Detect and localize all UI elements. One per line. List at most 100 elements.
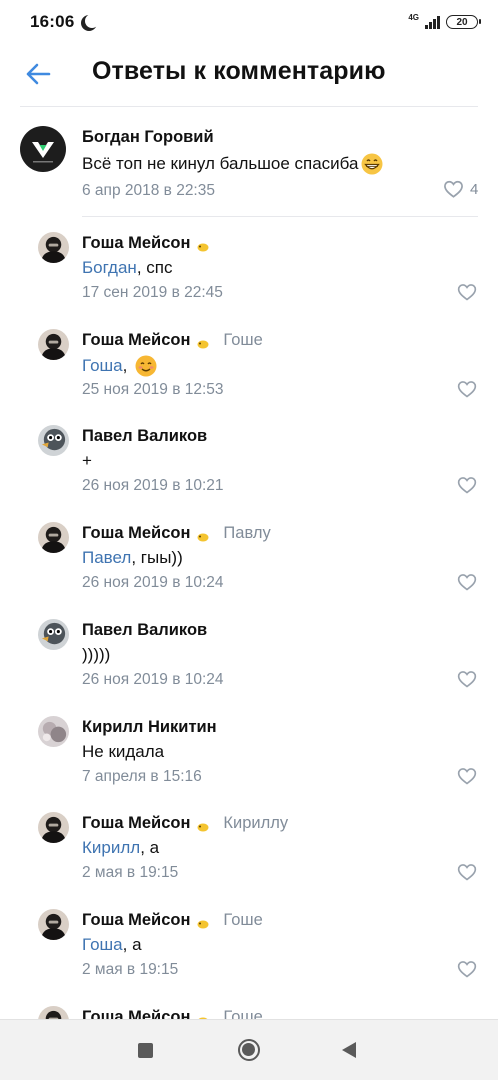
status-icons: 4G 20 xyxy=(408,13,481,29)
avatar-image xyxy=(38,716,69,747)
avatar-image xyxy=(38,425,69,456)
system-nav-bar xyxy=(0,1019,498,1080)
badge-icon xyxy=(196,916,209,928)
avatar[interactable] xyxy=(38,522,69,553)
heart-icon xyxy=(457,284,477,301)
heart-icon xyxy=(457,864,477,881)
comment-date: 25 ноя 2019 в 12:53 xyxy=(82,381,224,398)
avatar[interactable] xyxy=(38,232,69,263)
page-title: Ответы к комментарию xyxy=(92,57,386,85)
avatar-image xyxy=(38,909,69,940)
battery-level: 20 xyxy=(456,16,468,28)
like-button[interactable] xyxy=(457,380,477,398)
mention-link[interactable]: Павел xyxy=(82,548,131,568)
comment-author[interactable]: Гоша Мейсон xyxy=(82,814,190,833)
reply-comment: Гоша Мейсон Гоше Гоша, а 2 мая в 19:15 xyxy=(0,897,498,993)
comment-text: Всё топ не кинул бальшое спасиба xyxy=(82,154,359,173)
mention-link[interactable]: Гоша xyxy=(82,356,123,376)
badge-icon xyxy=(196,529,209,541)
avatar-image xyxy=(38,232,69,263)
reply-comment: Кирилл Никитин Не кидала 7 апреля в 15:16 xyxy=(0,704,498,800)
badge-icon xyxy=(196,239,209,251)
grinning-face-icon xyxy=(361,153,383,175)
heart-icon xyxy=(457,671,477,688)
avatar[interactable] xyxy=(38,716,69,747)
badge-icon xyxy=(196,819,209,831)
avatar[interactable] xyxy=(38,812,69,843)
avatar[interactable] xyxy=(38,909,69,940)
mention-link[interactable]: Кирилл xyxy=(82,838,140,858)
comment-text: , xyxy=(122,356,133,375)
comment-date: 26 ноя 2019 в 10:24 xyxy=(82,574,224,591)
comment-date: 2 мая в 19:15 xyxy=(82,961,179,978)
comment-author[interactable]: Богдан Горовий xyxy=(82,128,214,147)
comment-author[interactable]: Гоша Мейсон xyxy=(82,234,190,253)
comment-author[interactable]: Гоша Мейсон xyxy=(82,524,190,543)
like-button[interactable] xyxy=(457,960,477,978)
avatar[interactable] xyxy=(38,1006,69,1019)
logo-icon xyxy=(32,142,54,163)
avatar-image xyxy=(38,522,69,553)
comment-text: , а xyxy=(140,838,160,857)
like-button[interactable] xyxy=(457,476,477,494)
reply-to-label[interactable]: Кириллу xyxy=(223,814,288,833)
reply-to-label[interactable]: Гоше xyxy=(223,331,262,350)
status-time: 16:06 xyxy=(30,12,75,31)
avatar-image xyxy=(38,1006,69,1019)
triangle-back-icon[interactable] xyxy=(342,1042,356,1058)
avatar-image xyxy=(38,619,69,650)
app-header: Ответы к комментарию xyxy=(0,44,498,104)
reply-comment: Гоша Мейсон Кириллу Кирилл, а 2 мая в 19:15 xyxy=(0,800,498,896)
reply-comment: Гоша Мейсон Богдан, спс 17 сен 2019 в 22:4… xyxy=(0,220,498,316)
avatar[interactable] xyxy=(38,619,69,650)
like-button[interactable] xyxy=(457,283,477,301)
avatar[interactable] xyxy=(38,425,69,456)
comment-author[interactable]: Гоша Мейсон xyxy=(82,331,190,350)
comment-author[interactable]: Гоша Мейсон xyxy=(82,1008,190,1019)
heart-icon xyxy=(457,768,477,785)
comment-text: ))))) xyxy=(82,645,111,664)
heart-icon xyxy=(457,574,477,591)
reply-comment: Гоша Мейсон Павлу Павел, гыы)) 26 ноя 2019 … xyxy=(0,510,498,606)
comment-text: Не кидала xyxy=(82,742,165,761)
reply-to-label[interactable]: Павлу xyxy=(223,524,270,543)
battery-icon: 20 xyxy=(446,15,481,29)
like-button[interactable]: 4 xyxy=(443,180,478,198)
comment-author[interactable]: Павел Валиков xyxy=(82,427,207,446)
avatar[interactable] xyxy=(38,329,69,360)
heart-icon xyxy=(444,180,463,198)
comment-divider xyxy=(82,216,478,217)
badge-icon xyxy=(196,336,209,348)
square-icon[interactable] xyxy=(138,1043,153,1058)
status-bar: 16:06 4G 20 xyxy=(0,0,498,44)
avatar[interactable] xyxy=(20,126,66,172)
like-button[interactable] xyxy=(457,670,477,688)
like-button[interactable] xyxy=(457,767,477,785)
like-button[interactable] xyxy=(457,863,477,881)
avatar-image xyxy=(38,329,69,360)
like-button[interactable] xyxy=(457,573,477,591)
comment-date: 26 ноя 2019 в 10:24 xyxy=(82,671,224,688)
comment-date: 17 сен 2019 в 22:45 xyxy=(82,284,223,301)
comment-text: , спс xyxy=(136,258,173,277)
network-type: 4G xyxy=(408,13,419,22)
moon-icon xyxy=(85,14,99,28)
back-button[interactable] xyxy=(18,54,58,94)
comment-date: 6 апр 2018 в 22:35 xyxy=(82,182,215,199)
circle-icon[interactable] xyxy=(238,1039,260,1061)
comment-author[interactable]: Павел Валиков xyxy=(82,621,207,640)
reply-to-label[interactable]: Гоше xyxy=(223,911,262,930)
reply-comment: Павел Валиков +26 ноя 2019 в 10:21 xyxy=(0,413,498,509)
comment-text: , гыы)) xyxy=(131,548,183,567)
comment-text: , а xyxy=(122,935,142,954)
comment-date: 7 апреля в 15:16 xyxy=(82,768,202,785)
avatar-image xyxy=(38,812,69,843)
mention-link[interactable]: Гоша xyxy=(82,935,123,955)
comment-author[interactable]: Кирилл Никитин xyxy=(82,718,217,737)
comment-author[interactable]: Гоша Мейсон xyxy=(82,911,190,930)
smiling-face-icon xyxy=(135,355,157,377)
heart-icon xyxy=(457,381,477,398)
mention-link[interactable]: Богдан xyxy=(82,258,137,278)
reply-to-label[interactable]: Гоше xyxy=(223,1008,262,1019)
reply-comment: Гоша Мейсон Гоше xyxy=(0,994,498,1019)
